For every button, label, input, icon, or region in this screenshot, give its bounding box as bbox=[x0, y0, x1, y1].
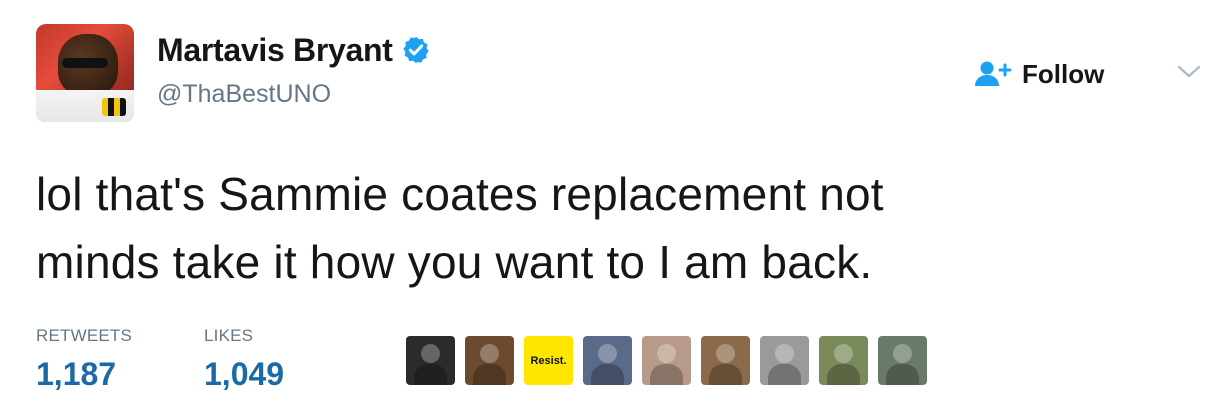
user-handle[interactable]: @ThaBestUNO bbox=[157, 80, 331, 109]
tweet-card: Martavis Bryant @ThaBestUNO Follow lol t… bbox=[0, 0, 1231, 410]
tweet-text: lol that's Sammie coates replacement not… bbox=[36, 160, 1196, 296]
liker-avatar-8[interactable] bbox=[819, 336, 868, 385]
likes-label: LIKES bbox=[204, 326, 254, 345]
avatar-jersey-stripe bbox=[102, 98, 126, 116]
liker-avatar-7[interactable] bbox=[760, 336, 809, 385]
avatar-sunglasses bbox=[62, 58, 108, 68]
liker-avatar-face bbox=[893, 344, 912, 363]
liker-avatar-face bbox=[834, 344, 853, 363]
liker-avatar-body bbox=[827, 364, 860, 385]
liker-avatar-face bbox=[598, 344, 617, 363]
liker-avatar-body bbox=[473, 364, 506, 385]
retweets-stat[interactable]: RETWEETS 1,187 bbox=[36, 326, 132, 393]
liker-avatar-body bbox=[768, 364, 801, 385]
liker-avatar-body bbox=[591, 364, 624, 385]
tweet-text-line-1: lol that's Sammie coates replacement not bbox=[36, 168, 884, 220]
liker-avatar-body bbox=[650, 364, 683, 385]
chevron-down-icon[interactable] bbox=[1176, 62, 1202, 82]
follow-label: Follow bbox=[1022, 58, 1105, 89]
retweets-count: 1,187 bbox=[36, 356, 117, 392]
follow-button[interactable]: Follow bbox=[972, 54, 1104, 94]
liker-avatar-9[interactable] bbox=[878, 336, 927, 385]
add-user-icon bbox=[972, 59, 1014, 89]
tweet-text-line-2: minds take it how you want to I am back. bbox=[36, 236, 873, 288]
likers-avatar-list: Resist. bbox=[406, 336, 927, 385]
liker-avatar-face bbox=[716, 344, 735, 363]
liker-avatar-body bbox=[886, 364, 919, 385]
likes-count: 1,049 bbox=[204, 356, 285, 392]
liker-avatar-body bbox=[414, 364, 447, 385]
liker-avatar-face bbox=[657, 344, 676, 363]
verified-badge-icon bbox=[401, 35, 431, 65]
liker-avatar-4[interactable] bbox=[583, 336, 632, 385]
user-avatar[interactable] bbox=[36, 24, 134, 122]
liker-avatar-2[interactable] bbox=[465, 336, 514, 385]
liker-avatar-text: Resist. bbox=[530, 354, 567, 367]
liker-avatar-body bbox=[709, 364, 742, 385]
liker-avatar-face bbox=[480, 344, 499, 363]
liker-avatar-face bbox=[421, 344, 440, 363]
liker-avatar-6[interactable] bbox=[701, 336, 750, 385]
liker-avatar-3[interactable]: Resist. bbox=[524, 336, 573, 385]
display-name[interactable]: Martavis Bryant bbox=[157, 32, 393, 69]
user-name-row: Martavis Bryant bbox=[157, 30, 431, 70]
liker-avatar-1[interactable] bbox=[406, 336, 455, 385]
liker-avatar-face bbox=[775, 344, 794, 363]
liker-avatar-5[interactable] bbox=[642, 336, 691, 385]
likes-stat[interactable]: LIKES 1,049 bbox=[204, 326, 284, 393]
retweets-label: RETWEETS bbox=[36, 326, 133, 345]
